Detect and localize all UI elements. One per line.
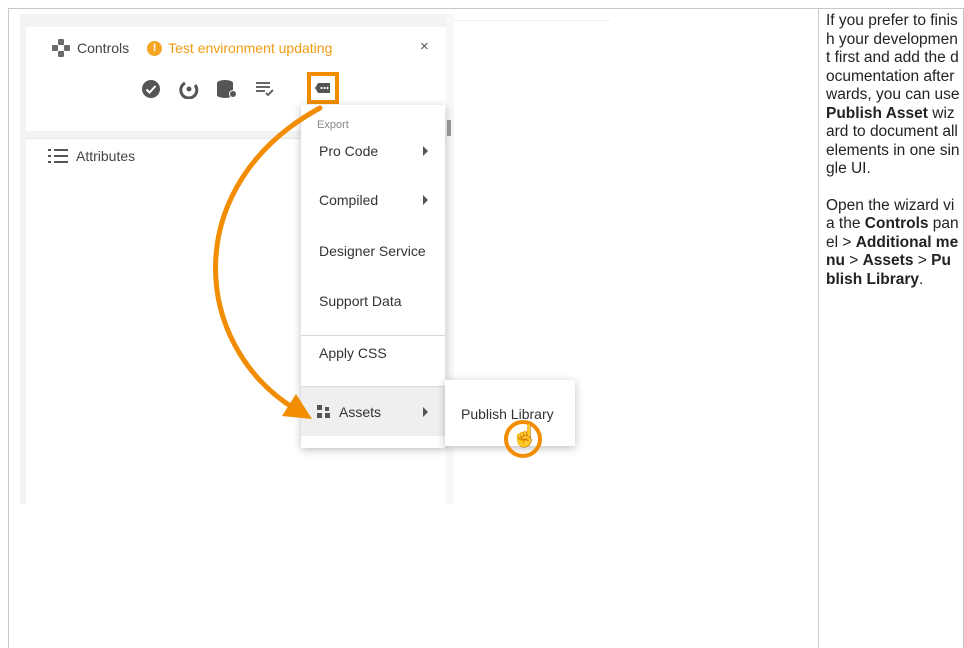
text-run: If you prefer to finish your development…: [826, 12, 960, 103]
hand-cursor-icon: ☝: [511, 423, 539, 448]
paragraph-steps: Open the wizard via the Controls panel >…: [826, 197, 960, 290]
instruction-text: If you prefer to finish your development…: [826, 12, 960, 307]
screenshot-region: Controls ! Test environment updating × A…: [20, 14, 610, 504]
bold-run: Publish Asset: [826, 104, 928, 122]
text-run: >: [844, 252, 863, 269]
column-divider: [818, 8, 819, 648]
text-run: >: [913, 252, 932, 269]
bold-run: Assets: [862, 252, 914, 269]
paragraph-intro: If you prefer to finish your development…: [826, 12, 960, 179]
bold-run: Controls: [864, 215, 929, 232]
text-run: .: [919, 270, 924, 288]
